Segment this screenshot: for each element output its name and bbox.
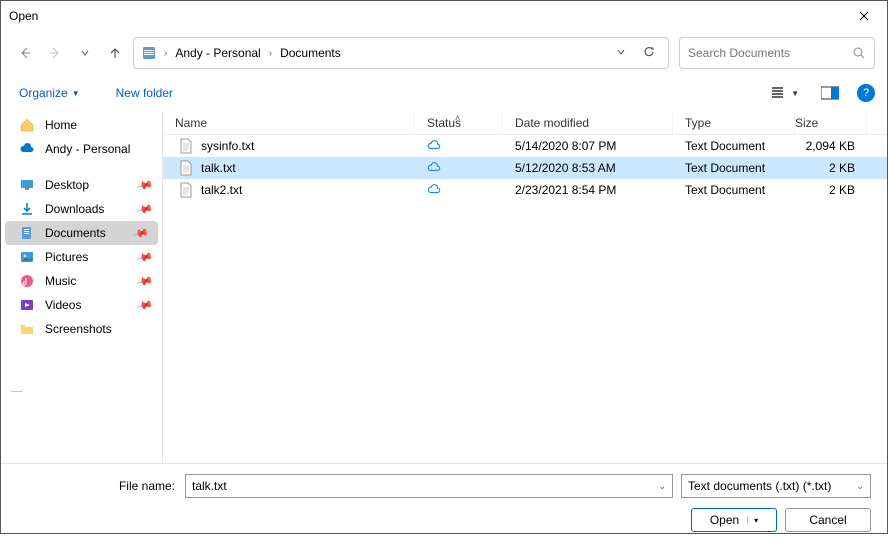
- pin-icon: 📌: [136, 248, 154, 266]
- sidebar-item-pictures[interactable]: Pictures 📌: [1, 245, 162, 269]
- column-type[interactable]: Type: [673, 111, 795, 134]
- sidebar-item-music[interactable]: Music 📌: [1, 269, 162, 293]
- address-dropdown[interactable]: [610, 47, 632, 60]
- view-options-button[interactable]: ▼: [765, 82, 805, 104]
- sidebar-item-videos[interactable]: Videos 📌: [1, 293, 162, 317]
- file-status: [415, 139, 503, 154]
- new-folder-button[interactable]: New folder: [108, 82, 181, 104]
- caret-down-icon: ▼: [72, 89, 80, 98]
- back-button[interactable]: [13, 41, 37, 65]
- address-bar[interactable]: › Andy - Personal › Documents: [133, 37, 669, 69]
- file-size: 2,094 KB: [795, 139, 867, 153]
- sidebar-item-personal[interactable]: Andy - Personal: [1, 137, 162, 161]
- pin-icon: 📌: [136, 200, 154, 218]
- filename-label: File name:: [17, 479, 177, 493]
- search-input[interactable]: [688, 46, 852, 60]
- column-size[interactable]: Size: [795, 111, 867, 134]
- file-list: Name ˄ Status Date modified Type Size sy…: [163, 111, 887, 463]
- chevron-right-icon[interactable]: ›: [267, 48, 274, 59]
- file-type: Text Document: [673, 139, 795, 153]
- file-row[interactable]: sysinfo.txt 5/14/2020 8:07 PMText Documen…: [163, 135, 887, 157]
- caret-down-icon: ▼: [791, 89, 799, 98]
- sidebar-item-screenshots[interactable]: Screenshots: [1, 317, 162, 341]
- file-name: talk.txt: [163, 160, 415, 176]
- sidebar-item-downloads[interactable]: Downloads 📌: [1, 197, 162, 221]
- cancel-button[interactable]: Cancel: [785, 508, 871, 532]
- open-button[interactable]: Open ▾: [691, 508, 777, 532]
- home-icon: [19, 117, 35, 133]
- pin-icon: 📌: [132, 224, 150, 242]
- file-status: [415, 183, 503, 198]
- nav-row: › Andy - Personal › Documents: [1, 31, 887, 75]
- chevron-right-icon[interactable]: ›: [162, 48, 169, 59]
- breadcrumb-folder[interactable]: Documents: [278, 46, 343, 60]
- documents-icon: [19, 225, 35, 241]
- filetype-select[interactable]: Text documents (.txt) (*.txt) ⌄: [681, 474, 871, 498]
- up-button[interactable]: [103, 41, 127, 65]
- pin-icon: 📌: [136, 272, 154, 290]
- file-name: talk2.txt: [163, 182, 415, 198]
- sidebar-item-desktop[interactable]: Desktop 📌: [1, 173, 162, 197]
- folder-icon: [19, 321, 35, 337]
- file-status: [415, 161, 503, 176]
- recent-dropdown[interactable]: [73, 41, 97, 65]
- sidebar: Home Andy - Personal Desktop 📌 Downloads…: [1, 111, 163, 463]
- file-size: 2 KB: [795, 161, 867, 175]
- pin-icon: 📌: [136, 176, 154, 194]
- file-date: 5/14/2020 8:07 PM: [503, 139, 673, 153]
- search-icon: [852, 46, 866, 60]
- titlebar: Open: [1, 1, 887, 31]
- toolbar: Organize ▼ New folder ▼ ?: [1, 75, 887, 111]
- bottom-panel: File name: talk.txt ⌄ Text documents (.t…: [1, 463, 887, 544]
- refresh-button[interactable]: [636, 45, 662, 62]
- forward-button[interactable]: [43, 41, 67, 65]
- organize-button[interactable]: Organize ▼: [13, 82, 86, 104]
- sidebar-item-home[interactable]: Home: [1, 113, 162, 137]
- pictures-icon: [19, 249, 35, 265]
- chevron-down-icon[interactable]: ⌄: [658, 481, 666, 492]
- file-type: Text Document: [673, 161, 795, 175]
- filename-input[interactable]: talk.txt ⌄: [185, 474, 673, 498]
- file-type: Text Document: [673, 183, 795, 197]
- close-button[interactable]: [841, 1, 887, 31]
- search-box[interactable]: [679, 37, 875, 69]
- sidebar-item-documents[interactable]: Documents 📌: [5, 221, 158, 245]
- preview-toggle-button[interactable]: [817, 83, 843, 103]
- file-name: sysinfo.txt: [163, 138, 415, 154]
- music-icon: [19, 273, 35, 289]
- window-title: Open: [9, 9, 841, 23]
- help-button[interactable]: ?: [857, 84, 875, 102]
- file-row[interactable]: talk2.txt 2/23/2021 8:54 PMText Document2…: [163, 179, 887, 201]
- chevron-down-icon: ⌄: [856, 481, 864, 492]
- pin-icon: 📌: [136, 296, 154, 314]
- file-row[interactable]: talk.txt 5/12/2020 8:53 AMText Document2 …: [163, 157, 887, 179]
- column-date[interactable]: Date modified: [503, 111, 673, 134]
- cloud-icon: [19, 141, 35, 157]
- breadcrumb-root[interactable]: Andy - Personal: [173, 46, 262, 60]
- folder-icon: [140, 44, 158, 62]
- desktop-icon: [19, 177, 35, 193]
- videos-icon: [19, 297, 35, 313]
- file-date: 5/12/2020 8:53 AM: [503, 161, 673, 175]
- column-headers[interactable]: Name ˄ Status Date modified Type Size: [163, 111, 887, 135]
- sort-indicator: ˄: [455, 113, 460, 123]
- main-area: Home Andy - Personal Desktop 📌 Downloads…: [1, 111, 887, 463]
- file-date: 2/23/2021 8:54 PM: [503, 183, 673, 197]
- downloads-icon: [19, 201, 35, 217]
- file-size: 2 KB: [795, 183, 867, 197]
- caret-down-icon[interactable]: ▾: [747, 516, 758, 525]
- column-name[interactable]: Name: [163, 111, 415, 134]
